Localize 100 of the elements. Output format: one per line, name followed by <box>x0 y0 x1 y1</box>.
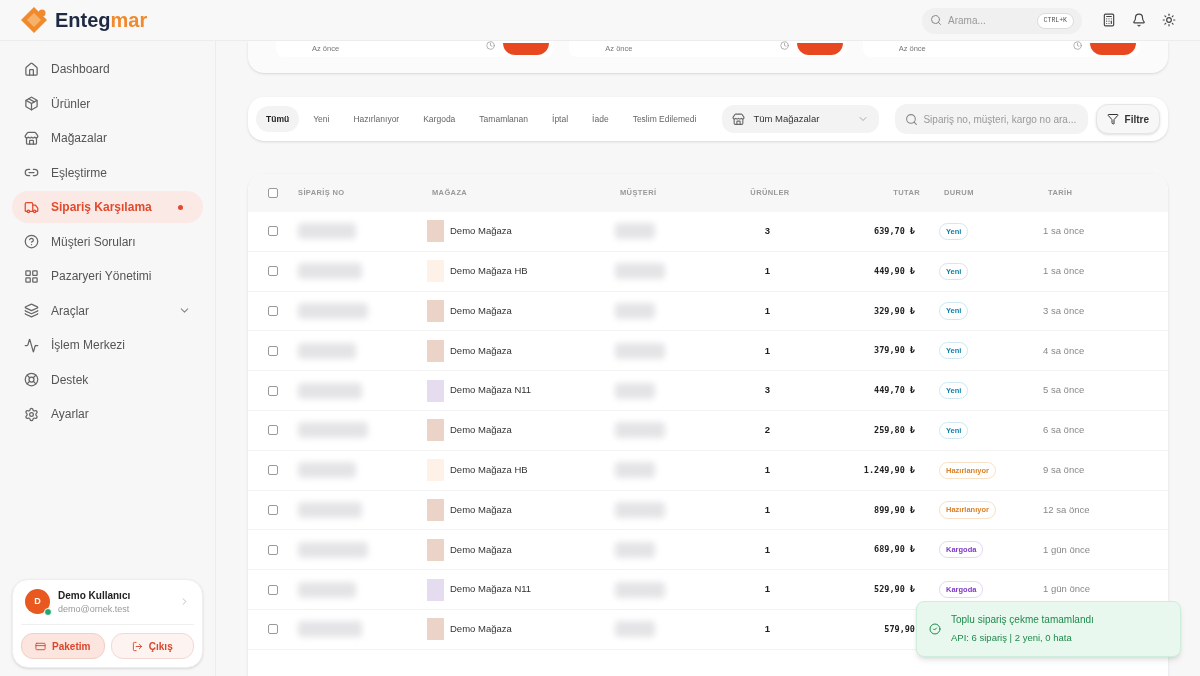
item-count: 1 <box>763 622 772 637</box>
row-checkbox[interactable] <box>268 345 278 356</box>
order-date: 1 gün önce <box>1043 582 1090 597</box>
sidebar-item[interactable]: Ürünler <box>12 87 203 120</box>
row-checkbox[interactable] <box>268 385 278 396</box>
order-search-field[interactable]: Sipariş no, müşteri, kargo no ara... <box>895 104 1088 134</box>
row-checkbox[interactable] <box>268 266 278 277</box>
sidebar-item[interactable]: Müşteri Soruları <box>12 225 203 258</box>
order-amount: 579,90 <box>883 623 915 636</box>
item-count: 1 <box>763 542 772 557</box>
row-checkbox[interactable] <box>268 624 278 635</box>
lifebuoy-icon <box>24 372 39 387</box>
user-email: demo@ornek.test <box>58 602 131 616</box>
row-checkbox[interactable] <box>268 226 278 237</box>
item-count: 1 <box>763 582 772 597</box>
item-count: 3 <box>763 224 772 239</box>
order-date: 1 gün önce <box>1043 542 1090 557</box>
select-all-checkbox[interactable] <box>268 188 278 198</box>
home-icon <box>24 61 39 77</box>
toast-title: Toplu sipariş çekme tamamlandı <box>951 613 1094 628</box>
order-amount: 379,90 ₺ <box>873 344 915 358</box>
logout-icon <box>131 640 143 652</box>
order-amount: 899,90 ₺ <box>873 503 915 517</box>
blurred-text <box>298 303 368 319</box>
blurred-text <box>615 223 655 240</box>
store-name: Demo Mağaza N11 <box>450 582 532 597</box>
order-date: 4 sa önce <box>1043 343 1085 358</box>
blurred-text <box>298 621 362 638</box>
toast-message: API: 6 sipariş | 2 yeni, 0 hata <box>951 631 1073 646</box>
row-checkbox[interactable] <box>268 544 278 555</box>
action-button[interactable] <box>796 43 843 55</box>
store-name: Demo Mağaza N11 <box>450 383 532 398</box>
store-name: Demo Mağaza <box>450 224 512 239</box>
order-date: 3 sa önce <box>1043 303 1085 318</box>
row-checkbox[interactable] <box>268 584 278 595</box>
clock-icon <box>486 40 496 50</box>
sidebar-item[interactable]: Pazaryeri Yönetimi <box>12 260 203 292</box>
filter-button[interactable]: Filtre <box>1095 104 1160 134</box>
store-name: Demo Mağaza <box>450 622 512 637</box>
order-amount: 449,90 ₺ <box>873 264 915 278</box>
order-date: 6 sa önce <box>1043 423 1085 438</box>
pulse-icon <box>24 337 39 353</box>
sidebar-item[interactable]: Ayarlar <box>12 398 203 430</box>
item-count: 3 <box>763 383 772 398</box>
blurred-text <box>298 382 362 399</box>
order-date: 9 sa önce <box>1043 463 1085 478</box>
order-date: 1 sa önce <box>1043 224 1085 239</box>
row-checkbox[interactable] <box>268 504 278 515</box>
row-checkbox[interactable] <box>268 306 278 316</box>
card-icon <box>35 640 47 652</box>
clock-icon <box>779 40 789 50</box>
blurred-text <box>615 303 655 319</box>
grid-icon <box>24 268 39 284</box>
row-checkbox[interactable] <box>268 425 278 436</box>
sidebar-item[interactable]: Eşleştirme <box>12 156 203 189</box>
search-icon <box>930 14 942 26</box>
store-name: Demo Mağaza <box>450 502 512 517</box>
action-button[interactable] <box>503 43 550 55</box>
order-amount: 259,80 ₺ <box>873 424 915 437</box>
logout-button[interactable]: Çıkış <box>110 633 194 659</box>
blurred-text <box>298 501 362 518</box>
notification-icon[interactable] <box>1132 13 1146 27</box>
store-icon <box>732 112 746 126</box>
blurred-text <box>298 581 356 598</box>
sidebar-item[interactable]: Dashboard <box>12 53 203 85</box>
clock-icon <box>1073 40 1082 50</box>
sidebar-item[interactable]: İşlem Merkezi <box>12 329 203 361</box>
blurred-text <box>298 342 356 359</box>
store-icon <box>24 130 39 146</box>
order-amount: 689,90 ₺ <box>873 543 915 557</box>
blurred-text <box>615 462 655 479</box>
blurred-text <box>298 422 368 439</box>
calculator-icon[interactable] <box>1102 13 1116 27</box>
row-checkbox[interactable] <box>268 465 278 476</box>
sun-icon[interactable] <box>1162 13 1176 27</box>
avatar: D <box>25 589 50 615</box>
box-icon <box>24 96 39 111</box>
blurred-text <box>615 263 665 280</box>
blurred-text <box>298 263 362 280</box>
order-date: 5 sa önce <box>1043 383 1085 398</box>
action-button[interactable] <box>1090 43 1136 55</box>
sidebar-item[interactable]: Mağazalar <box>12 122 203 154</box>
filter-tab[interactable]: İade <box>582 106 619 132</box>
store-select[interactable]: Tüm Mağazalar <box>722 105 880 133</box>
filter-tab[interactable]: Tümü <box>256 106 300 132</box>
filter-tab[interactable]: Tamamlanan <box>469 106 538 132</box>
sidebar-item[interactable]: Araçlar <box>12 294 203 327</box>
filter-tab[interactable]: Yeni <box>303 106 340 132</box>
filter-tab[interactable]: İptal <box>542 106 579 132</box>
filter-tab[interactable]: Kargoda <box>413 106 466 132</box>
filter-tab[interactable]: Hazırlanıyor <box>343 106 410 132</box>
package-button[interactable]: Paketim <box>21 633 105 659</box>
brand-name: Entegmar <box>55 8 148 33</box>
store-name: Demo Mağaza <box>450 542 512 557</box>
store-name: Demo Mağaza HB <box>450 264 528 279</box>
filter-tab[interactable]: Teslim Edilemedi <box>622 106 707 132</box>
blurred-text <box>615 382 655 399</box>
layers-icon <box>24 303 39 318</box>
sidebar-item[interactable]: Destek <box>12 363 203 396</box>
blurred-text <box>615 541 655 558</box>
